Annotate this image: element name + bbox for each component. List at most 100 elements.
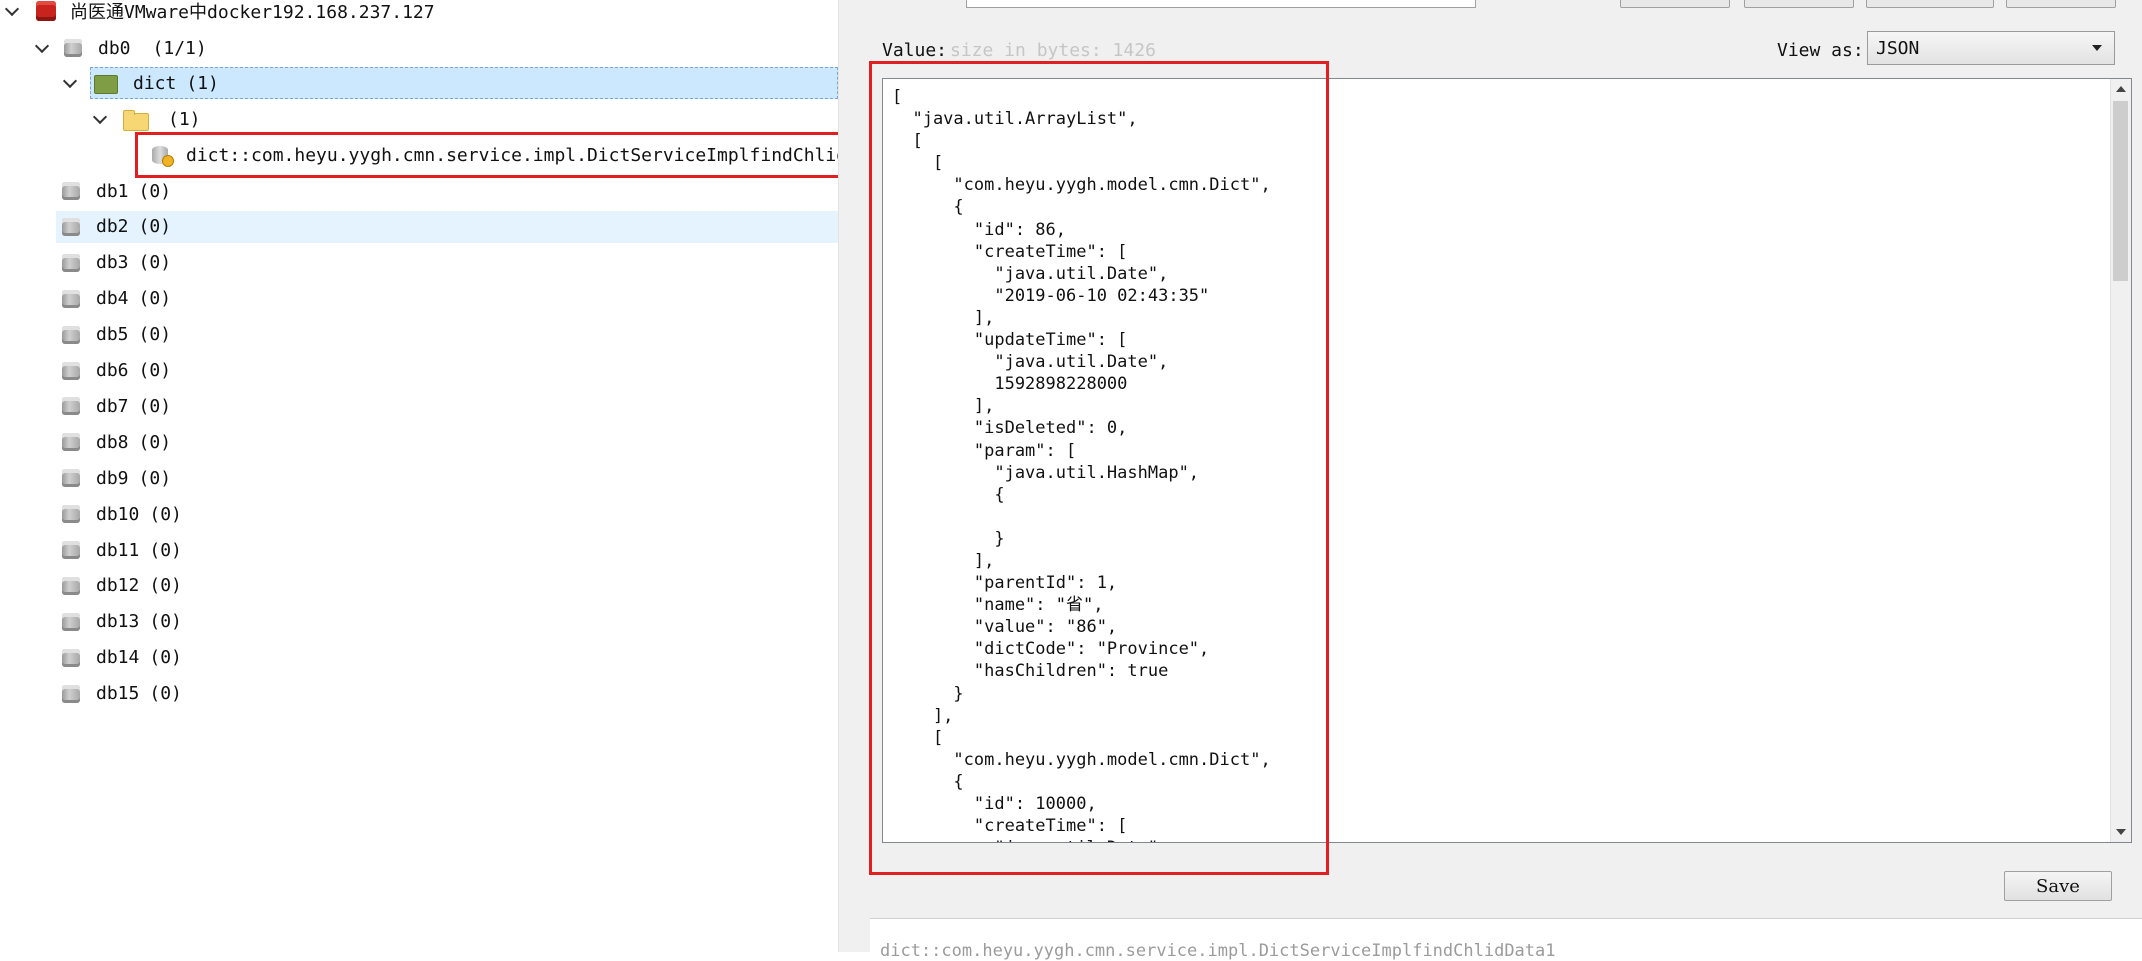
vertical-scrollbar[interactable] bbox=[2110, 79, 2131, 842]
db-count: (0) bbox=[138, 288, 172, 310]
db-count: (0) bbox=[138, 216, 172, 238]
database-icon bbox=[60, 503, 82, 525]
database-icon bbox=[60, 575, 82, 597]
tree-item-db7[interactable]: db7 (0) bbox=[60, 390, 171, 422]
tree-item-namespace-dict[interactable]: dict (1) bbox=[90, 67, 838, 99]
db-label: db5 bbox=[96, 324, 129, 346]
tree-item-db15[interactable]: db15 (0) bbox=[60, 678, 182, 710]
value-label: Value: bbox=[882, 40, 948, 61]
db-count: (0) bbox=[138, 252, 172, 274]
db-label: db4 bbox=[96, 288, 129, 310]
scroll-thumb[interactable] bbox=[2113, 101, 2128, 281]
database-icon bbox=[62, 37, 84, 59]
db-label: db12 bbox=[96, 575, 140, 597]
db-count: (0) bbox=[138, 431, 172, 453]
db-label: db14 bbox=[96, 647, 140, 669]
db-label: db13 bbox=[96, 611, 140, 633]
database-icon bbox=[60, 360, 82, 382]
db-count: (0) bbox=[138, 467, 172, 489]
namespace-chevron[interactable] bbox=[62, 67, 80, 99]
tree-item-db1[interactable]: db1 (0) bbox=[60, 175, 171, 207]
tree-item-db9[interactable]: db9 (0) bbox=[60, 462, 171, 494]
db-label: db0 bbox=[98, 37, 131, 59]
toolbar-button-2[interactable] bbox=[1744, 0, 1854, 8]
db-label: db7 bbox=[96, 395, 129, 417]
connection-tree: 尚医通VMware中docker192.168.237.127 db0 (1/1… bbox=[0, 0, 838, 952]
tree-item-db4[interactable]: db4 (0) bbox=[60, 283, 171, 315]
database-icon bbox=[60, 216, 82, 238]
tree-item-db10[interactable]: db10 (0) bbox=[60, 498, 182, 530]
database-icon bbox=[60, 324, 82, 346]
db-label: db6 bbox=[96, 360, 129, 381]
scroll-up-icon[interactable] bbox=[2111, 79, 2131, 99]
view-as-label: View as: bbox=[1777, 40, 1864, 61]
db-label: db15 bbox=[96, 683, 140, 705]
tree-item-db6[interactable]: db6 (0) bbox=[60, 355, 171, 387]
db-count: (1/1) bbox=[152, 37, 207, 59]
folder-icon bbox=[122, 108, 149, 131]
toolbar-button-4[interactable] bbox=[2006, 0, 2116, 8]
db-count: (0) bbox=[138, 360, 172, 381]
tree-hover-bg-db2 bbox=[56, 211, 838, 243]
tree-item-connection[interactable]: 尚医通VMware中docker192.168.237.127 bbox=[4, 0, 435, 27]
tree-item-db13[interactable]: db13 (0) bbox=[60, 606, 182, 638]
tree-item-key[interactable]: dict::com.heyu.yygh.cmn.service.impl.Dic… bbox=[150, 139, 838, 171]
chevron-down-icon[interactable] bbox=[4, 2, 22, 20]
database-icon bbox=[60, 252, 82, 274]
database-icon bbox=[60, 539, 82, 561]
view-as-selected: JSON bbox=[1876, 37, 1920, 59]
tree-item-db11[interactable]: db11 (0) bbox=[60, 534, 182, 566]
tree-item-db3[interactable]: db3 (0) bbox=[60, 247, 171, 279]
db-count: (0) bbox=[149, 611, 182, 633]
namespace-label: dict bbox=[133, 72, 177, 94]
database-icon bbox=[60, 467, 82, 489]
db-label: db2 bbox=[96, 216, 129, 238]
pane-splitter[interactable] bbox=[838, 0, 870, 952]
connection-label: 尚医通VMware中docker192.168.237.127 bbox=[70, 2, 435, 23]
db-count: (0) bbox=[138, 324, 172, 346]
tree-item-db5[interactable]: db5 (0) bbox=[60, 319, 171, 351]
key-label: dict::com.heyu.yygh.cmn.service.impl.Dic… bbox=[186, 144, 838, 166]
tree-item-db0[interactable]: db0 (1/1) bbox=[34, 32, 207, 64]
save-button[interactable]: Save bbox=[2004, 871, 2112, 901]
value-panel: Value: size in bytes: 1426 View as: JSON… bbox=[868, 0, 2142, 961]
database-icon bbox=[60, 431, 82, 453]
key-name-field[interactable] bbox=[966, 0, 1476, 8]
database-icon bbox=[60, 611, 82, 633]
toolbar-button-3[interactable] bbox=[1866, 0, 1994, 8]
db-count: (0) bbox=[138, 180, 172, 202]
status-area: dict::com.heyu.yygh.cmn.service.impl.Dic… bbox=[870, 918, 2142, 961]
db-count: (0) bbox=[149, 503, 182, 525]
db-label: db9 bbox=[96, 467, 129, 489]
db-count: (0) bbox=[149, 647, 182, 669]
db-label: db10 bbox=[96, 503, 140, 525]
db-count: (0) bbox=[149, 683, 182, 705]
database-icon bbox=[60, 395, 82, 417]
status-text: dict::com.heyu.yygh.cmn.service.impl.Dic… bbox=[880, 941, 1556, 961]
tree-item-db12[interactable]: db12 (0) bbox=[60, 570, 182, 602]
db-count: (0) bbox=[149, 539, 182, 561]
value-editor[interactable]: [ "java.util.ArrayList", [ [ "com.heyu.y… bbox=[882, 78, 2132, 843]
database-icon bbox=[60, 683, 82, 705]
chevron-down-icon[interactable] bbox=[62, 74, 80, 92]
db-label: db1 bbox=[96, 180, 129, 202]
view-as-select[interactable]: JSON bbox=[1867, 31, 2115, 65]
database-icon bbox=[60, 288, 82, 310]
scroll-down-icon[interactable] bbox=[2111, 822, 2131, 842]
tree-item-db14[interactable]: db14 (0) bbox=[60, 642, 182, 674]
toolbar-button-1[interactable] bbox=[1620, 0, 1730, 8]
redis-server-icon bbox=[34, 0, 58, 23]
tree-item-folder[interactable]: (1) bbox=[92, 103, 201, 135]
tree-item-db8[interactable]: db8 (0) bbox=[60, 426, 171, 458]
chevron-down-icon[interactable] bbox=[92, 110, 110, 128]
database-icon bbox=[60, 647, 82, 669]
size-placeholder: size in bytes: 1426 bbox=[950, 40, 1156, 61]
db-label: db11 bbox=[96, 539, 140, 561]
db-count: (0) bbox=[138, 395, 172, 417]
dropdown-arrow-icon[interactable] bbox=[2092, 45, 2102, 51]
db-count: (0) bbox=[149, 575, 182, 597]
value-editor-text[interactable]: [ "java.util.ArrayList", [ [ "com.heyu.y… bbox=[892, 86, 1271, 842]
chevron-down-icon[interactable] bbox=[34, 39, 52, 57]
db-label: db8 bbox=[96, 431, 129, 453]
tree-item-db2[interactable]: db2 (0) bbox=[60, 211, 171, 243]
